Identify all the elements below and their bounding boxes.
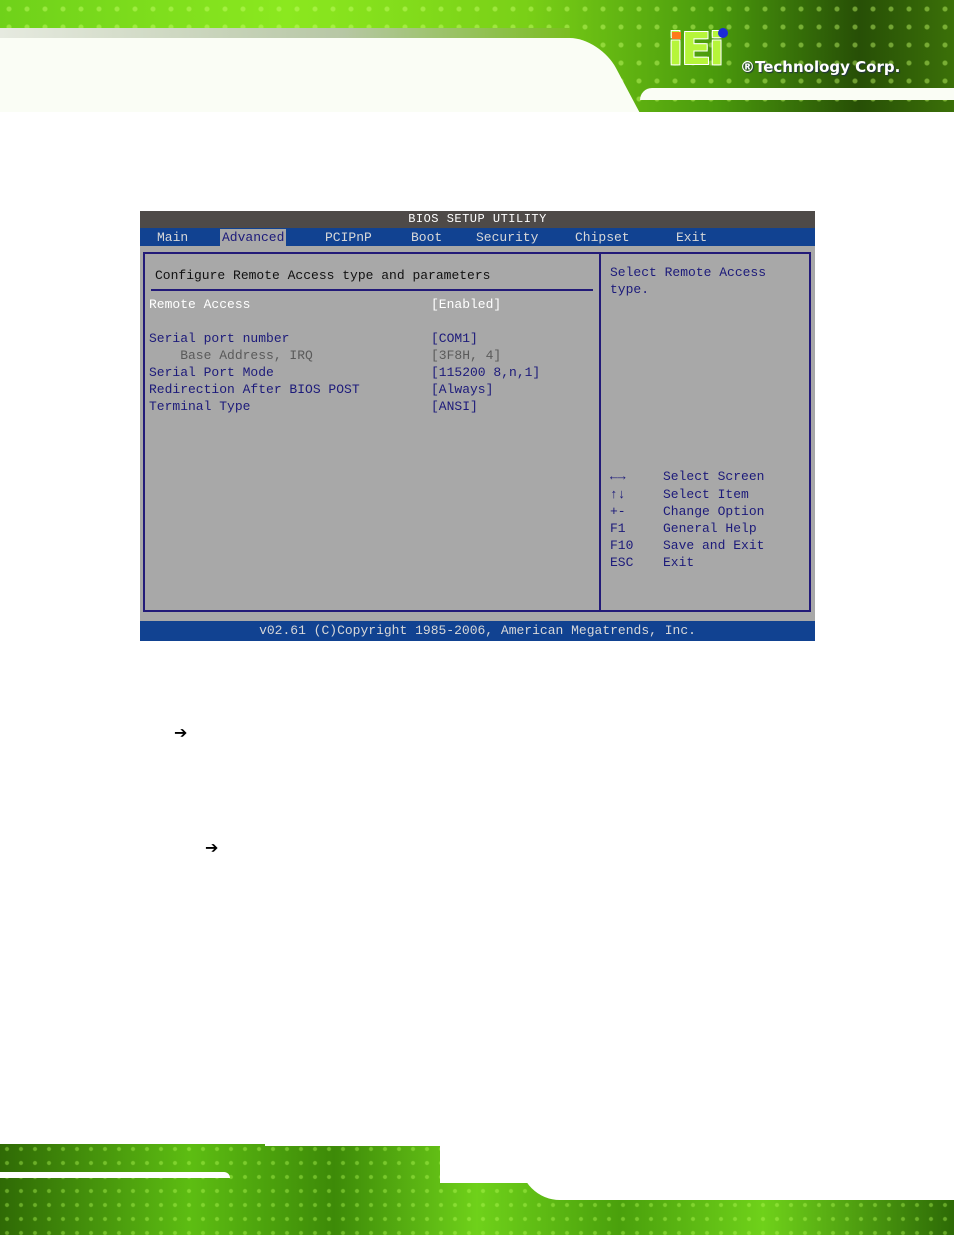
setting-terminal-type-value[interactable]: [ANSI] xyxy=(431,399,478,414)
header-stripe xyxy=(0,28,570,38)
arrow-right-icon: ➔ xyxy=(174,723,188,742)
section-title: Configure Remote Access type and paramet… xyxy=(155,268,491,283)
logo-blue-dot-icon xyxy=(718,28,728,38)
help-text-line-2: type. xyxy=(610,282,650,297)
bios-menu-bar: Main Advanced PCIPnP Boot Security Chips… xyxy=(140,228,815,246)
setting-redirection-value[interactable]: [Always] xyxy=(431,382,493,397)
key-desc-save-exit: Save and Exit xyxy=(663,538,765,553)
setting-serial-port-mode-label[interactable]: Serial Port Mode xyxy=(149,365,274,380)
footer-white-line xyxy=(0,1172,230,1178)
setting-remote-access-value[interactable]: [Enabled] xyxy=(431,297,501,312)
footer-white-wedge xyxy=(265,1128,445,1146)
tab-boot[interactable]: Boot xyxy=(409,229,444,246)
tab-chipset[interactable]: Chipset xyxy=(573,229,632,246)
arrow-right-icon: ➔ xyxy=(205,838,219,857)
setting-serial-port-mode-value[interactable]: [115200 8,n,1] xyxy=(431,365,540,380)
tab-pcipnp[interactable]: PCIPnP xyxy=(323,229,374,246)
bios-title-bar: BIOS SETUP UTILITY xyxy=(140,211,815,228)
key-up-down-arrows-icon: ↑↓ xyxy=(610,487,626,502)
setting-remote-access-label[interactable]: Remote Access xyxy=(149,297,250,312)
help-panel: Select Remote Access type. ←→ Select Scr… xyxy=(599,252,811,612)
key-f1: F1 xyxy=(610,521,626,536)
key-desc-select-item: Select Item xyxy=(663,487,749,502)
key-desc-general-help: General Help xyxy=(663,521,757,536)
key-desc-change-option: Change Option xyxy=(663,504,765,519)
iei-logo: iEi ®Technology Corp. xyxy=(668,28,900,77)
key-desc-select-screen: Select Screen xyxy=(663,469,765,484)
setting-serial-port-number-value[interactable]: [COM1] xyxy=(431,331,478,346)
tab-advanced[interactable]: Advanced xyxy=(220,229,287,246)
header-white-band xyxy=(640,88,954,100)
key-plus-minus: +- xyxy=(610,504,626,519)
setting-base-address-value: [3F8H, 4] xyxy=(431,348,502,363)
tab-main[interactable]: Main xyxy=(155,229,190,246)
logo-orange-square-icon xyxy=(672,32,681,39)
key-esc: ESC xyxy=(610,555,634,570)
setting-terminal-type-label[interactable]: Terminal Type xyxy=(149,399,250,414)
key-left-right-arrows-icon: ←→ xyxy=(610,469,626,484)
tab-security[interactable]: Security xyxy=(474,229,540,246)
key-desc-exit: Exit xyxy=(663,555,695,570)
bios-setup-screen: BIOS SETUP UTILITY Main Advanced PCIPnP … xyxy=(140,211,815,641)
bios-copyright-bar: v02.61 (C)Copyright 1985-2006, American … xyxy=(140,621,815,641)
settings-panel: Configure Remote Access type and paramet… xyxy=(143,252,601,612)
setting-base-address-label: Base Address, IRQ xyxy=(149,348,313,363)
header-banner: iEi ®Technology Corp. xyxy=(0,0,954,112)
key-f10: F10 xyxy=(610,538,634,553)
help-text-line-1: Select Remote Access xyxy=(610,265,767,280)
company-name: ®Technology Corp. xyxy=(740,58,901,76)
header-white-area xyxy=(0,40,550,112)
section-divider xyxy=(151,289,593,291)
setting-serial-port-number-label[interactable]: Serial port number xyxy=(149,331,289,346)
footer-white-curve xyxy=(520,1128,954,1200)
footer-banner xyxy=(0,1128,954,1235)
setting-redirection-label[interactable]: Redirection After BIOS POST xyxy=(149,382,360,397)
tab-exit[interactable]: Exit xyxy=(674,229,709,246)
